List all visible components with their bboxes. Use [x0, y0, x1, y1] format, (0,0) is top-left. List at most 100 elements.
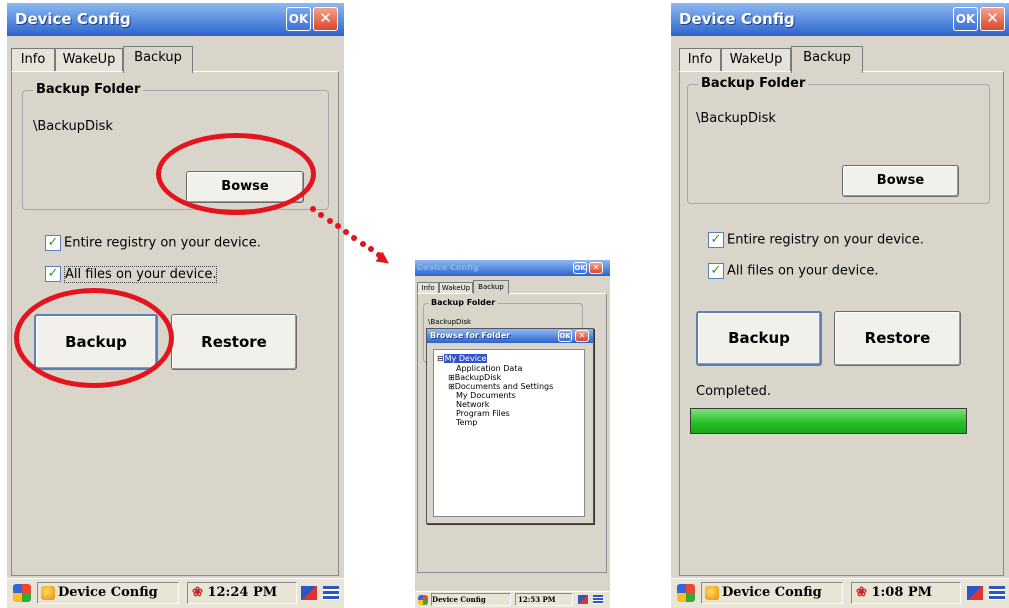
arrow-dot — [318, 211, 325, 218]
ok-button[interactable]: OK — [953, 7, 978, 31]
tab-info[interactable]: Info — [679, 48, 721, 71]
tree-item-label: Program Files — [456, 409, 510, 418]
files-option-label: All files on your device. — [64, 265, 218, 283]
tray-clock-area[interactable]: 12:53 PM — [515, 593, 573, 606]
arrow-dot — [343, 229, 349, 235]
dialog-title: Browse for Folder — [430, 331, 511, 340]
tab-backup[interactable]: Backup — [473, 280, 509, 294]
tree-item-program-files[interactable]: Program Files — [456, 409, 510, 418]
clock: 1:08 PM — [871, 585, 933, 600]
title-bar: Device Config OK ✕ — [671, 3, 1009, 36]
input-panel-icon[interactable] — [578, 595, 588, 604]
tab-wakeup[interactable]: WakeUp — [55, 48, 123, 71]
window-title: Device Config — [679, 10, 795, 28]
backup-folder-group: Backup Folder \BackupDisk Bowse — [687, 76, 990, 204]
tree-item-my-device[interactable]: ⊟My Device — [437, 354, 488, 363]
tab-backup[interactable]: Backup — [123, 46, 193, 73]
taskbar-app-label: Device Config — [58, 585, 158, 600]
group-title: Backup Folder — [33, 82, 144, 97]
tree-item-label: Temp — [456, 418, 478, 427]
arrow-dot — [326, 217, 333, 224]
backup-path: \BackupDisk — [696, 111, 776, 126]
registry-option[interactable]: ✓ Entire registry on your device. — [45, 235, 261, 251]
restore-button[interactable]: Restore — [171, 314, 297, 370]
browse-button[interactable]: Bowse — [842, 165, 959, 197]
backup-path: \BackupDisk — [33, 119, 113, 134]
backup-button[interactable]: Backup — [696, 311, 822, 366]
arrow-dot — [334, 223, 341, 230]
input-panel-icon[interactable] — [301, 586, 317, 600]
tray-maple-icon: ❀ — [192, 585, 203, 600]
close-button[interactable]: ✕ — [313, 7, 338, 31]
app-icon — [41, 585, 55, 600]
tree-item-backupdisk[interactable]: ⊞BackupDisk — [448, 373, 501, 382]
clock: 12:24 PM — [207, 585, 278, 600]
files-option[interactable]: ✓ All files on your device. — [708, 263, 878, 279]
expand-icon[interactable]: ⊞ — [448, 382, 455, 391]
registry-option[interactable]: ✓ Entire registry on your device. — [708, 232, 924, 248]
tree-item-label: Documents and Settings — [454, 382, 554, 391]
tree-item-label: Application Data — [456, 364, 523, 373]
desktop-icon[interactable] — [593, 595, 603, 604]
tree-item-documents-and-settings[interactable]: ⊞Documents and Settings — [448, 382, 553, 391]
dialog-title-bar: Browse for Folder OK ✕ — [427, 329, 593, 343]
dialog-close-button[interactable]: ✕ — [575, 330, 589, 342]
checkmark-icon[interactable]: ✓ — [708, 232, 724, 248]
tree-item-temp[interactable]: Temp — [456, 418, 477, 427]
close-button[interactable]: ✕ — [589, 262, 603, 274]
taskbar-app-button[interactable]: Device Config — [37, 582, 179, 604]
tray-clock-area[interactable]: ❀ 1:08 PM — [851, 582, 961, 604]
taskbar-app-button[interactable]: Device Config — [701, 582, 843, 604]
checkmark-icon[interactable]: ✓ — [708, 263, 724, 279]
taskbar: Device Config ❀ 1:08 PM — [671, 578, 1009, 608]
checkmark-icon[interactable]: ✓ — [45, 266, 61, 282]
tree-item-application-data[interactable]: Application Data — [456, 364, 522, 373]
backup-panel: Backup Folder \BackupDisk Bowse ✓ Entire … — [679, 71, 1004, 576]
taskbar-app-label: Device Config — [722, 585, 822, 600]
tree-item-label: My Documents — [456, 391, 516, 400]
tree-item-network[interactable]: Network — [456, 400, 489, 409]
input-panel-icon[interactable] — [967, 586, 983, 600]
ok-button[interactable]: OK — [286, 7, 311, 31]
middle-screen: Device Config OK ✕ Info WakeUp Backup Ba… — [415, 260, 610, 608]
files-option[interactable]: ✓ All files on your device. — [45, 265, 218, 283]
dialog-ok-button[interactable]: OK — [558, 330, 572, 342]
tree-item-my-documents[interactable]: My Documents — [456, 391, 516, 400]
checkmark-icon[interactable]: ✓ — [45, 235, 61, 251]
arrow-dot — [351, 234, 358, 241]
folder-tree[interactable]: ⊟My Device Application Data ⊞BackupDisk … — [433, 349, 585, 517]
tab-info[interactable]: Info — [11, 48, 55, 71]
tree-item-label: BackupDisk — [454, 373, 502, 382]
ok-button[interactable]: OK — [573, 262, 587, 274]
browse-folder-dialog: Browse for Folder OK ✕ ⊟My Device Applic… — [426, 328, 594, 524]
arrow-dot — [310, 206, 316, 212]
progress-bar-fill — [691, 409, 966, 433]
desktop-icon[interactable] — [323, 586, 339, 600]
taskbar-app-label: Device Config — [432, 595, 486, 604]
collapse-icon[interactable]: ⊟ — [437, 354, 444, 363]
taskbar-app-button[interactable]: Device Config — [431, 593, 511, 606]
backup-path: \BackupDisk — [428, 318, 472, 326]
desktop-icon[interactable] — [989, 586, 1005, 600]
taskbar: Device Config ❀ 12:24 PM — [7, 578, 344, 608]
registry-option-label: Entire registry on your device. — [64, 235, 261, 251]
start-icon[interactable] — [13, 584, 31, 602]
registry-option-label: Entire registry on your device. — [727, 232, 924, 248]
start-icon[interactable] — [418, 595, 428, 605]
close-button[interactable]: ✕ — [980, 7, 1005, 31]
tray-maple-icon: ❀ — [856, 585, 867, 600]
restore-button[interactable]: Restore — [834, 311, 961, 366]
window-title: Device Config — [417, 263, 479, 272]
tree-item-label: My Device — [443, 354, 488, 363]
tray-clock-area[interactable]: ❀ 12:24 PM — [187, 582, 297, 604]
arrow-dot — [359, 240, 366, 247]
tab-wakeup[interactable]: WakeUp — [721, 48, 791, 71]
start-icon[interactable] — [677, 584, 695, 602]
app-icon — [705, 585, 719, 600]
group-title: Backup Folder — [698, 76, 809, 91]
tab-backup[interactable]: Backup — [791, 46, 863, 73]
title-bar: Device Config OK ✕ — [415, 260, 610, 276]
arrow-dot — [367, 246, 374, 253]
expand-icon[interactable]: ⊞ — [448, 373, 455, 382]
window-title: Device Config — [15, 10, 131, 28]
